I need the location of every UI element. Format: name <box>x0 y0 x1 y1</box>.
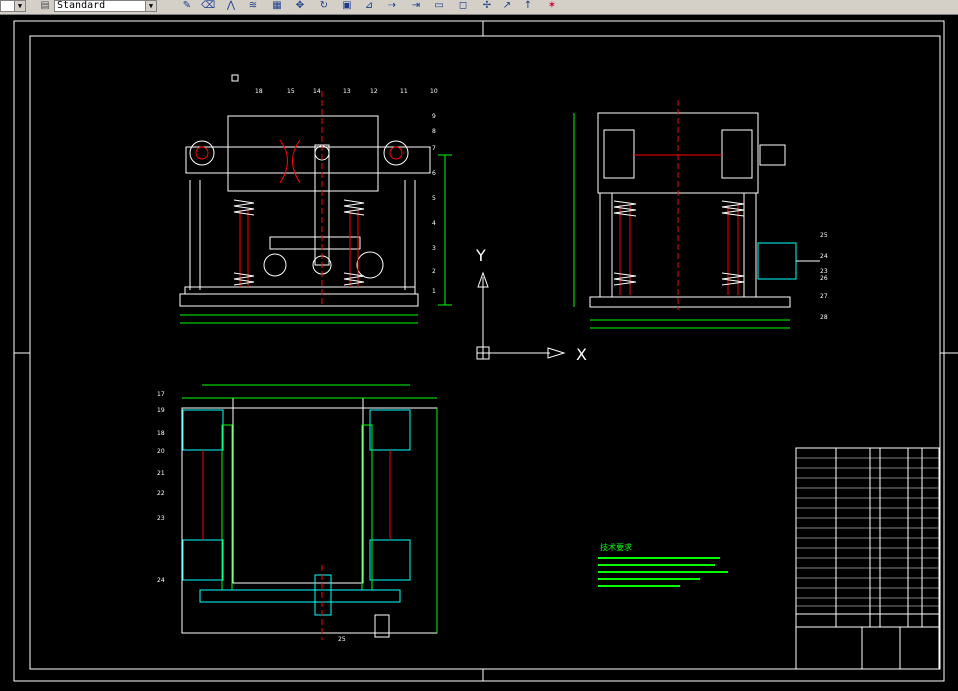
array-icon[interactable]: ▦ <box>270 0 284 12</box>
stretch-icon[interactable]: ⊿ <box>362 0 376 12</box>
top-view <box>181 384 438 640</box>
callout-number: 14 <box>313 88 321 95</box>
callout-number: 9 <box>432 113 436 120</box>
callout-number: 10 <box>430 88 438 95</box>
callout-number: 12 <box>370 88 378 95</box>
callout-number: 23 <box>157 515 165 522</box>
tech-requirements: 技术要求 <box>598 542 728 587</box>
callout-number: 27 <box>820 293 828 300</box>
explode-icon[interactable]: ↗ <box>500 0 514 12</box>
text-style-icon[interactable]: ▤ <box>38 0 52 12</box>
chamfer-icon[interactable]: ◻ <box>456 0 470 12</box>
break-icon[interactable]: ▭ <box>432 0 446 12</box>
callout-number: 25 <box>338 636 346 643</box>
scale-icon[interactable]: ▣ <box>340 0 354 12</box>
cursor-icon[interactable]: ↑ <box>521 0 535 12</box>
extend-icon[interactable]: ⇥ <box>409 0 423 12</box>
callout-number: 2 <box>432 268 436 275</box>
side-view <box>573 100 820 329</box>
callout-number: 24 <box>820 253 828 260</box>
callout-number: 18 <box>157 430 165 437</box>
callout-number: 1 <box>432 288 436 295</box>
callout-number: 8 <box>432 128 436 135</box>
callout-number: 20 <box>157 448 165 455</box>
callout-number: 3 <box>432 245 436 252</box>
mirror-icon[interactable]: ⋀ <box>224 0 238 12</box>
title-block <box>795 447 940 670</box>
tech-title: 技术要求 <box>600 542 632 552</box>
fillet-icon[interactable]: ✢ <box>480 0 494 12</box>
callout-labels: 18 15 14 13 12 11 1098765432125242326272817191… <box>157 88 828 643</box>
ucs-y-label: Y <box>475 246 486 265</box>
chevron-down-icon[interactable]: ▼ <box>14 1 25 11</box>
callout-number: 18 <box>255 88 263 95</box>
callout-number: 26 <box>820 275 828 282</box>
callout-number: 22 <box>157 490 165 497</box>
sheet-border <box>13 20 945 682</box>
chevron-down-icon[interactable]: ▼ <box>145 1 156 11</box>
drawing-canvas[interactable]: Y X 技术要求 18 15 14 13 12 11 1098765432125… <box>0 15 958 691</box>
eraser-icon[interactable]: ⌫ <box>201 0 215 12</box>
front-view <box>179 74 452 324</box>
trim-icon[interactable]: ⇢ <box>385 0 399 12</box>
ucs-x-label: X <box>576 345 587 364</box>
callout-number: 4 <box>432 220 436 227</box>
ucs-icon: Y X <box>475 246 587 364</box>
callout-number: 25 <box>820 232 828 239</box>
callout-number: 24 <box>157 577 165 584</box>
pencil-icon[interactable]: ✎ <box>180 0 194 12</box>
callout-number: 23 <box>820 268 828 275</box>
text-style-value: Standard <box>57 0 106 11</box>
layer-dropdown[interactable]: ▼ <box>0 0 26 12</box>
rotate-icon[interactable]: ↻ <box>317 0 331 12</box>
toolbar: ▼ ▤ Standard ▼ ✎ ⌫ ⋀ ≋ ▦ ✥ ↻ ▣ ⊿ ⇢ ⇥ ▭ ◻… <box>0 0 958 15</box>
move-icon[interactable]: ✥ <box>293 0 307 12</box>
callout-number: 19 <box>157 407 165 414</box>
callout-number: 15 <box>287 88 295 95</box>
callout-number: 28 <box>820 314 828 321</box>
callout-number: 21 <box>157 470 165 477</box>
callout-number: 5 <box>432 195 436 202</box>
callout-number: 13 <box>343 88 351 95</box>
text-style-dropdown[interactable]: Standard ▼ <box>54 0 157 12</box>
explode-icon[interactable]: ✶ <box>545 0 559 12</box>
offset-icon[interactable]: ≋ <box>246 0 260 12</box>
callout-number: 7 <box>432 145 436 152</box>
callout-number: 17 <box>157 391 165 398</box>
callout-number: 6 <box>432 170 436 177</box>
callout-number: 11 <box>400 88 408 95</box>
